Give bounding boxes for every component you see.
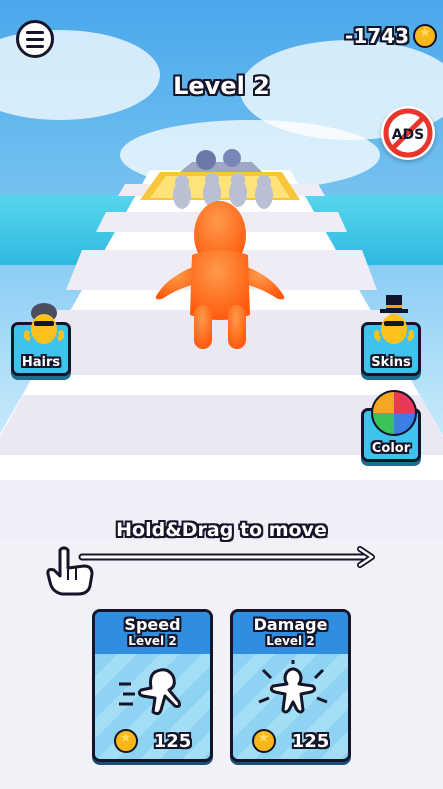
coin-counter: -1743 bbox=[345, 24, 437, 48]
pointing-hand-icon bbox=[46, 546, 94, 596]
no-ads-icon: ADS bbox=[383, 108, 433, 158]
hairs-label: Hairs bbox=[21, 355, 61, 370]
skins-label: Skins bbox=[371, 355, 411, 370]
card-header: Damage Level 2 bbox=[233, 612, 348, 654]
power-character-icon bbox=[258, 660, 328, 714]
no-ads-button[interactable]: ADS bbox=[381, 106, 435, 160]
upgrade-level: Level 2 bbox=[266, 634, 315, 648]
price-value: 125 bbox=[291, 730, 330, 752]
svg-text:ADS: ADS bbox=[392, 127, 425, 143]
color-label: Color bbox=[371, 441, 411, 456]
upgrade-title: Speed bbox=[124, 615, 181, 634]
double-arrow-icon bbox=[78, 546, 375, 568]
damage-upgrade-card[interactable]: Damage Level 2 125 bbox=[230, 609, 351, 762]
coins-value: -1743 bbox=[345, 24, 409, 48]
card-header: Speed Level 2 bbox=[95, 612, 210, 654]
speed-upgrade-card[interactable]: Speed Level 2 125 bbox=[92, 609, 213, 762]
hold-drag-hint: Hold&Drag to move bbox=[116, 519, 327, 541]
running-character-icon bbox=[119, 668, 181, 716]
skins-button[interactable]: Skins bbox=[361, 295, 421, 376]
coin-star-icon bbox=[251, 729, 276, 753]
hamburger-menu-icon bbox=[26, 30, 44, 34]
price-value: 125 bbox=[153, 730, 192, 752]
coin-star-icon bbox=[413, 24, 437, 48]
color-wheel-icon bbox=[371, 390, 417, 436]
level-title: Level 2 bbox=[173, 72, 270, 100]
upgrade-price: 125 bbox=[95, 729, 210, 753]
character-hair-icon bbox=[24, 303, 64, 344]
character-tophat-icon bbox=[374, 295, 414, 344]
menu-button[interactable] bbox=[16, 20, 54, 58]
hairs-button[interactable]: Hairs bbox=[11, 303, 71, 376]
upgrade-level: Level 2 bbox=[128, 634, 177, 648]
coin-star-icon bbox=[113, 729, 138, 753]
color-button[interactable]: Color bbox=[361, 390, 421, 462]
upgrade-price: 125 bbox=[233, 729, 348, 753]
upgrade-title: Damage bbox=[253, 615, 328, 634]
player-character bbox=[155, 201, 285, 349]
